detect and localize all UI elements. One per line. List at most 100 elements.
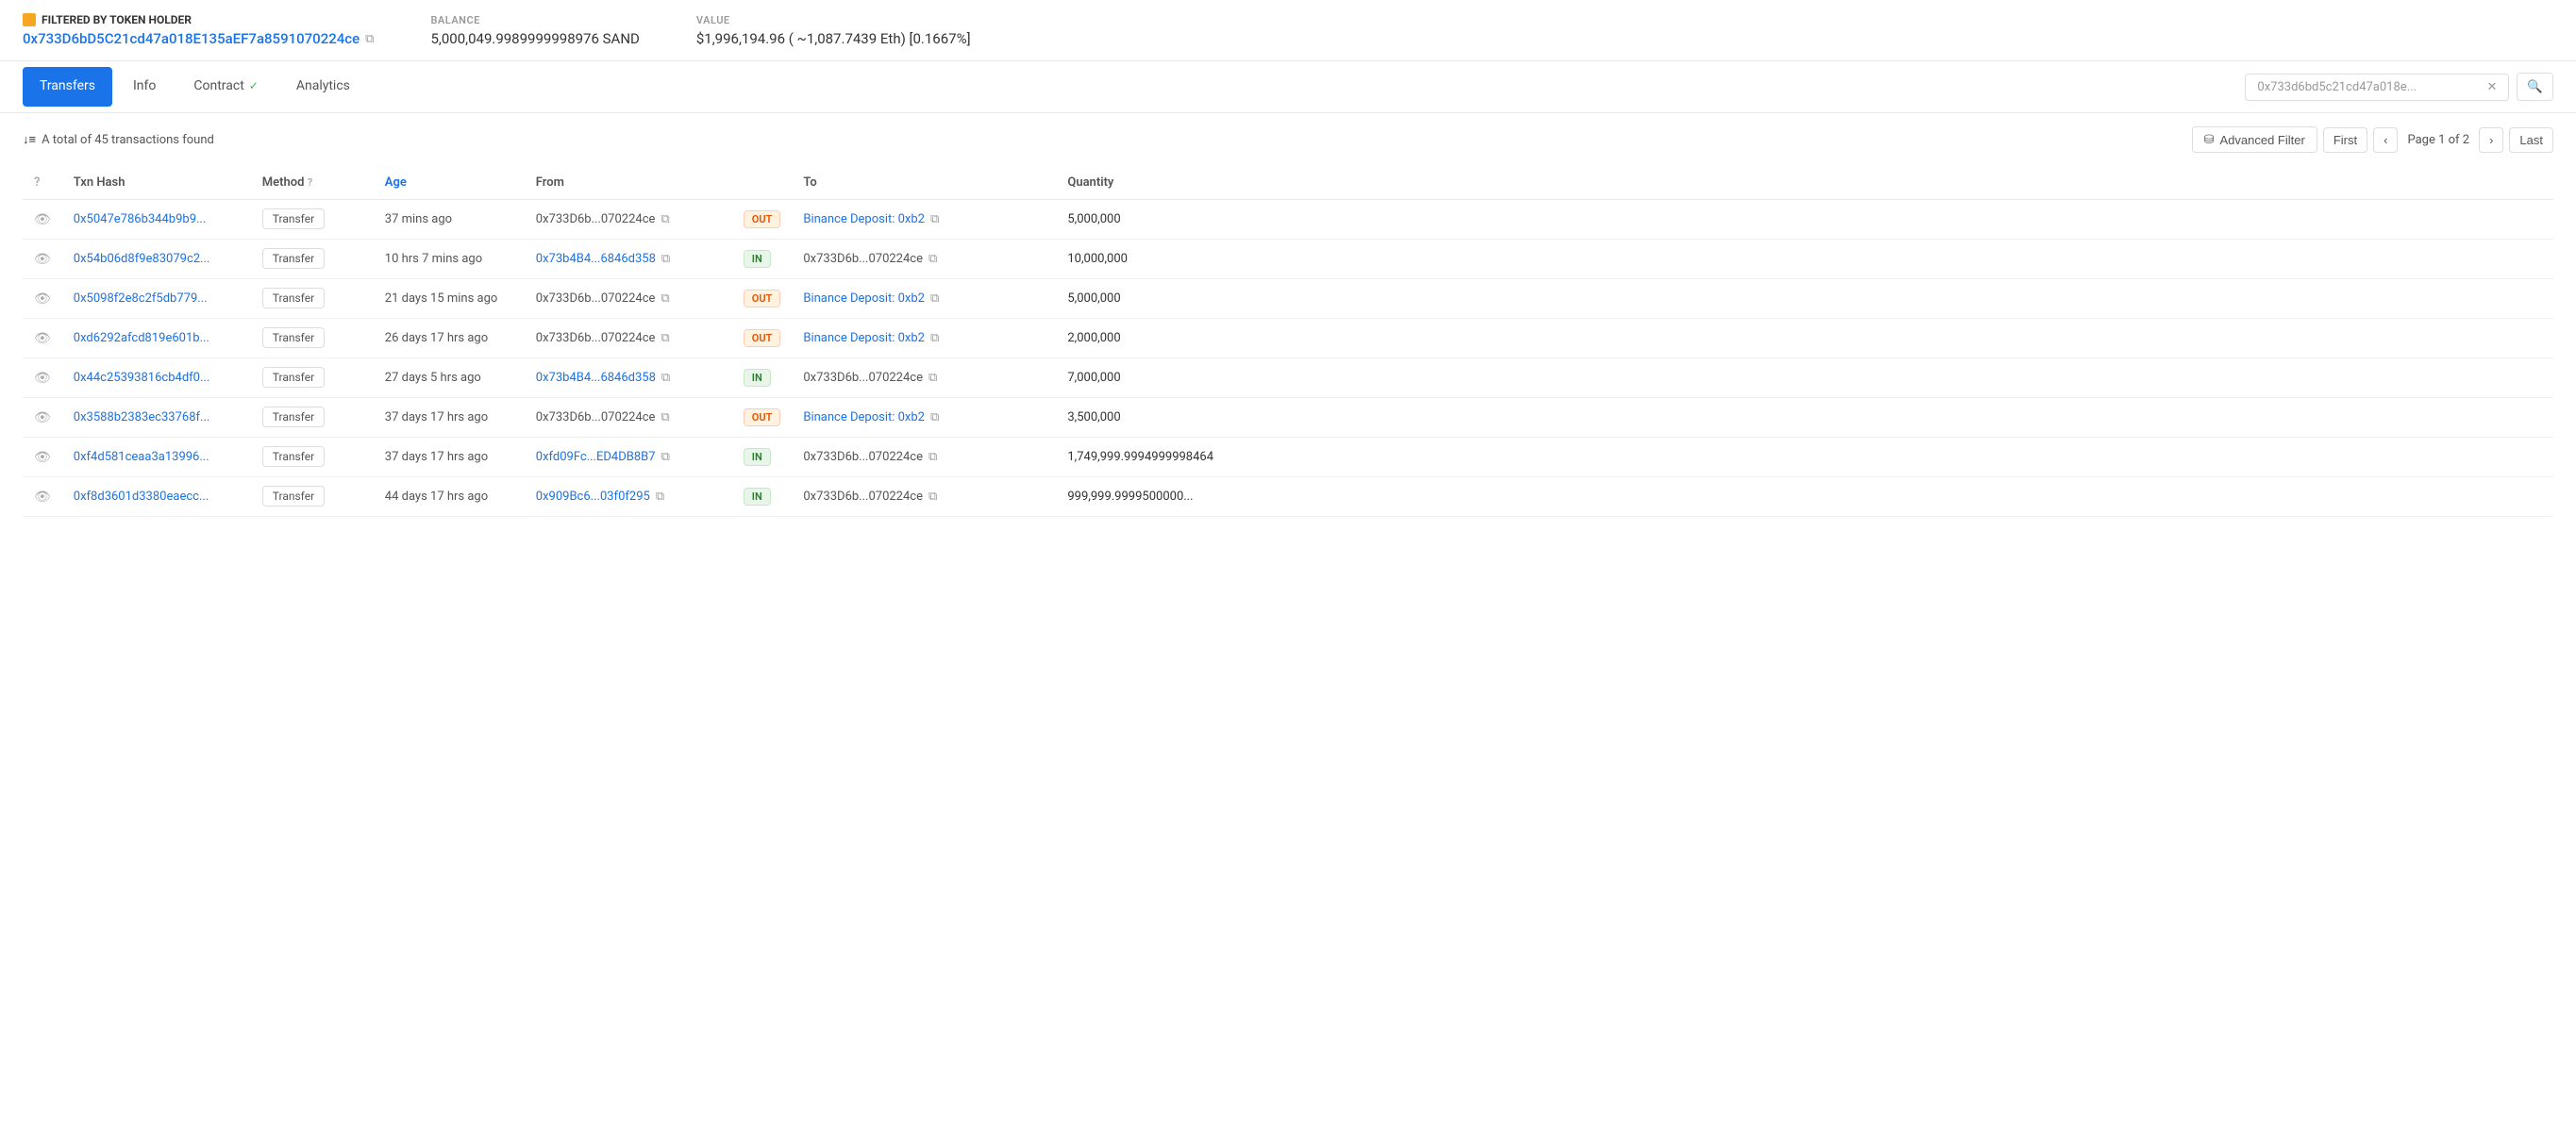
to-address-link[interactable]: Binance Deposit: 0xb2 bbox=[803, 291, 925, 306]
from-address: 0x733D6b...070224ce bbox=[536, 291, 656, 306]
direction-badge: OUT bbox=[744, 290, 781, 308]
direction-badge: OUT bbox=[744, 408, 781, 426]
token-holder-label: FILTERED BY TOKEN HOLDER bbox=[23, 13, 374, 26]
to-cell: Binance Deposit: 0xb2 ⧉ bbox=[803, 291, 1045, 306]
balance-section: BALANCE 5,000,049.9989999998976 SAND bbox=[430, 14, 639, 47]
quantity-value: 10,000,000 bbox=[1067, 252, 1128, 266]
from-cell: 0x733D6b...070224ce ⧉ bbox=[536, 212, 721, 226]
to-address-link[interactable]: Binance Deposit: 0xb2 bbox=[803, 331, 925, 345]
direction-badge: IN bbox=[744, 369, 771, 387]
method-badge: Transfer bbox=[262, 288, 325, 308]
from-cell: 0x73b4B4...6846d358 ⧉ bbox=[536, 371, 721, 385]
row-eye-icon[interactable]: 👁 bbox=[34, 450, 51, 465]
table-row: 👁0xd6292afcd819e601b...Transfer26 days 1… bbox=[23, 319, 2553, 358]
copy-to-icon[interactable]: ⧉ bbox=[930, 291, 939, 306]
page-info: Page 1 of 2 bbox=[2403, 133, 2473, 147]
filter-funnel-icon: ⛁ bbox=[2204, 132, 2215, 147]
copy-address-icon[interactable]: ⧉ bbox=[365, 32, 374, 46]
quantity-value: 5,000,000 bbox=[1067, 291, 1120, 306]
copy-from-icon[interactable]: ⧉ bbox=[661, 212, 669, 226]
from-address: 0x733D6b...070224ce bbox=[536, 212, 656, 226]
to-address-link[interactable]: Binance Deposit: 0xb2 bbox=[803, 212, 925, 226]
txn-hash-link[interactable]: 0x5098f2e8c2f5db779... bbox=[74, 291, 208, 306]
copy-to-icon[interactable]: ⧉ bbox=[930, 410, 939, 424]
tab-analytics[interactable]: Analytics bbox=[279, 67, 367, 107]
table-row: 👁0x5047e786b344b9b9...Transfer37 mins ag… bbox=[23, 200, 2553, 240]
copy-from-icon[interactable]: ⧉ bbox=[661, 410, 669, 424]
age-text: 37 days 17 hrs ago bbox=[385, 450, 488, 464]
col-header-dir bbox=[732, 166, 793, 200]
txn-hash-link[interactable]: 0xf4d581ceaa3a13996... bbox=[74, 450, 209, 464]
tab-transfers[interactable]: Transfers bbox=[23, 67, 112, 107]
table-row: 👁0x5098f2e8c2f5db779...Transfer21 days 1… bbox=[23, 279, 2553, 319]
next-page-button[interactable]: › bbox=[2479, 127, 2503, 153]
col-header-from: From bbox=[525, 166, 732, 200]
to-address-link[interactable]: Binance Deposit: 0xb2 bbox=[803, 410, 925, 424]
direction-badge: IN bbox=[744, 448, 771, 466]
copy-from-icon[interactable]: ⧉ bbox=[661, 252, 670, 266]
tab-info[interactable]: Info bbox=[116, 67, 173, 107]
method-badge: Transfer bbox=[262, 248, 325, 269]
search-icon: 🔍 bbox=[2527, 79, 2543, 93]
method-help-icon[interactable]: ? bbox=[308, 176, 312, 189]
row-eye-icon[interactable]: 👁 bbox=[34, 410, 51, 425]
row-eye-icon[interactable]: 👁 bbox=[34, 212, 51, 227]
col-header-qty: Quantity bbox=[1056, 166, 2553, 200]
copy-from-icon[interactable]: ⧉ bbox=[661, 450, 670, 464]
last-page-button[interactable]: Last bbox=[2509, 127, 2553, 153]
age-text: 37 days 17 hrs ago bbox=[385, 410, 488, 424]
transactions-table: ? Txn Hash Method ? Age From To Quantity… bbox=[23, 166, 2553, 517]
copy-from-icon[interactable]: ⧉ bbox=[656, 490, 664, 504]
from-address-link[interactable]: 0x73b4B4...6846d358 bbox=[536, 252, 656, 266]
txn-hash-link[interactable]: 0x44c25393816cb4df0... bbox=[74, 371, 209, 385]
copy-from-icon[interactable]: ⧉ bbox=[661, 371, 670, 385]
method-badge: Transfer bbox=[262, 367, 325, 388]
row-eye-icon[interactable]: 👁 bbox=[34, 331, 51, 346]
copy-to-icon[interactable]: ⧉ bbox=[930, 212, 939, 226]
help-circle-icon: ? bbox=[34, 175, 40, 190]
top-banner: FILTERED BY TOKEN HOLDER 0x733D6bD5C21cd… bbox=[0, 0, 2576, 61]
txn-hash-link[interactable]: 0xd6292afcd819e601b... bbox=[74, 331, 209, 345]
advanced-filter-button[interactable]: ⛁ Advanced Filter bbox=[2192, 126, 2317, 153]
to-cell: Binance Deposit: 0xb2 ⧉ bbox=[803, 331, 1045, 345]
row-eye-icon[interactable]: 👁 bbox=[34, 490, 51, 505]
to-cell: 0x733D6b...070224ce ⧉ bbox=[803, 490, 1045, 504]
copy-to-icon[interactable]: ⧉ bbox=[928, 371, 937, 385]
from-address-link[interactable]: 0x73b4B4...6846d358 bbox=[536, 371, 656, 385]
token-holder-address: 0x733D6bD5C21cd47a018E135aEF7a8591070224… bbox=[23, 30, 374, 47]
txn-hash-link[interactable]: 0xf8d3601d3380eaecc... bbox=[74, 490, 209, 504]
to-address: 0x733D6b...070224ce bbox=[803, 490, 923, 504]
copy-to-icon[interactable]: ⧉ bbox=[928, 490, 937, 504]
to-address: 0x733D6b...070224ce bbox=[803, 450, 923, 464]
copy-to-icon[interactable]: ⧉ bbox=[928, 450, 937, 464]
method-badge: Transfer bbox=[262, 446, 325, 467]
txn-hash-link[interactable]: 0x3588b2383ec33768f... bbox=[74, 410, 210, 424]
col-header-to: To bbox=[792, 166, 1056, 200]
copy-to-icon[interactable]: ⧉ bbox=[928, 252, 937, 266]
prev-page-button[interactable]: ‹ bbox=[2373, 127, 2398, 153]
from-address-link[interactable]: 0x909Bc6...03f0f295 bbox=[536, 490, 650, 504]
txn-hash-link[interactable]: 0x5047e786b344b9b9... bbox=[74, 212, 207, 226]
table-row: 👁0x54b06d8f9e83079c2...Transfer10 hrs 7 … bbox=[23, 240, 2553, 279]
search-clear-icon[interactable]: ✕ bbox=[2486, 80, 2497, 94]
col-header-eye: ? bbox=[23, 166, 62, 200]
main-content: ↓≡ A total of 45 transactions found ⛁ Ad… bbox=[0, 113, 2576, 517]
row-eye-icon[interactable]: 👁 bbox=[34, 291, 51, 307]
row-eye-icon[interactable]: 👁 bbox=[34, 252, 51, 267]
copy-to-icon[interactable]: ⧉ bbox=[930, 331, 939, 345]
search-button[interactable]: 🔍 bbox=[2517, 73, 2553, 101]
copy-from-icon[interactable]: ⧉ bbox=[661, 291, 669, 306]
txn-hash-link[interactable]: 0x54b06d8f9e83079c2... bbox=[74, 252, 210, 266]
to-cell: Binance Deposit: 0xb2 ⧉ bbox=[803, 410, 1045, 424]
direction-badge: IN bbox=[744, 488, 771, 506]
table-row: 👁 0x44c25393816cb4df0... Transfer 27 days 5… bbox=[23, 358, 2553, 398]
copy-from-icon[interactable]: ⧉ bbox=[661, 331, 669, 345]
table-row: 👁 0xf4d581ceaa3a13996... Transfer 37 days 1… bbox=[23, 438, 2553, 477]
tab-contract[interactable]: Contract ✓ bbox=[176, 67, 275, 107]
first-page-button[interactable]: First bbox=[2323, 127, 2367, 153]
age-text: 27 days 5 hrs ago bbox=[385, 371, 481, 385]
method-badge: Transfer bbox=[262, 407, 325, 427]
row-eye-icon[interactable]: 👁 bbox=[34, 371, 51, 386]
from-address-link[interactable]: 0xfd09Fc...ED4DB8B7 bbox=[536, 450, 656, 464]
verified-icon: ✓ bbox=[249, 79, 259, 92]
